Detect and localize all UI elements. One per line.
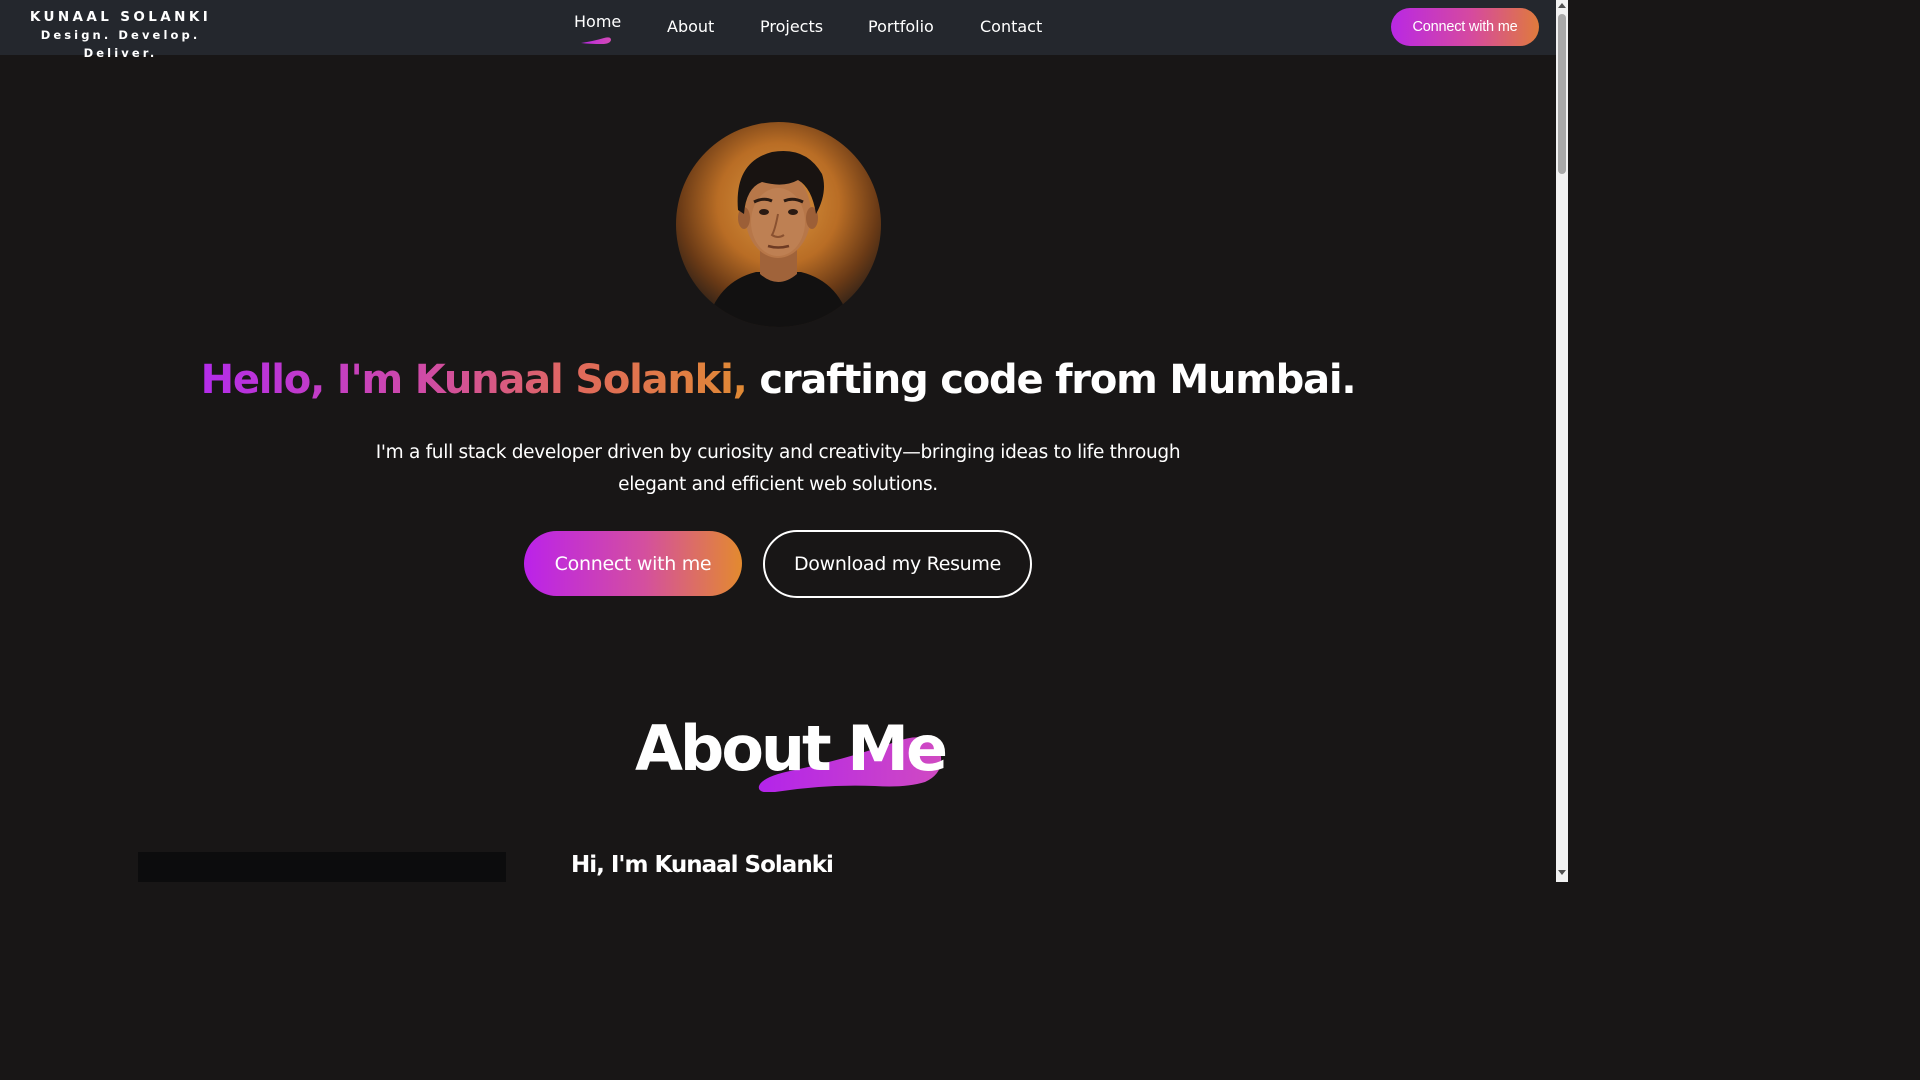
hero-title: Hello, I'm Kunaal Solanki, crafting code…	[0, 357, 1556, 403]
nav-connect-button[interactable]: Connect with me	[1391, 8, 1539, 46]
download-resume-button[interactable]: Download my Resume	[763, 530, 1032, 598]
profile-avatar	[676, 122, 881, 327]
page-scrollbar[interactable]	[1556, 0, 1568, 882]
hero-title-highlight: Hello, I'm Kunaal Solanki,	[200, 357, 748, 403]
nav-portfolio[interactable]: Portfolio	[868, 17, 934, 36]
brand-name: KUNAAL SOLANKI	[29, 9, 212, 25]
navbar: KUNAAL SOLANKI Design. Develop. Deliver.…	[0, 0, 1556, 60]
brand-tagline: Design. Develop. Deliver.	[40, 28, 201, 60]
hero-description: I'm a full stack developer driven by cur…	[375, 442, 1181, 495]
about-heading: About Me	[630, 710, 950, 800]
hero-title-rest: crafting code from Mumbai.	[759, 357, 1356, 403]
nav-home[interactable]: Home	[574, 12, 621, 31]
active-nav-indicator	[581, 37, 611, 44]
about-title: About Me	[634, 712, 948, 785]
scroll-thumb[interactable]	[1558, 14, 1566, 174]
scroll-up-arrow-icon[interactable]	[1558, 3, 1566, 8]
about-subtitle: Hi, I'm Kunaal Solanki	[571, 852, 834, 878]
nav-projects[interactable]: Projects	[760, 17, 823, 36]
nav-contact[interactable]: Contact	[980, 17, 1042, 36]
hero-connect-button[interactable]: Connect with me	[524, 531, 742, 596]
nav-about[interactable]: About	[667, 17, 714, 36]
scroll-down-arrow-icon[interactable]	[1558, 870, 1566, 875]
about-image	[138, 852, 506, 882]
brand-logo[interactable]: KUNAAL SOLANKI Design. Develop. Deliver.	[18, 9, 223, 62]
profile-photo-icon	[706, 150, 851, 327]
